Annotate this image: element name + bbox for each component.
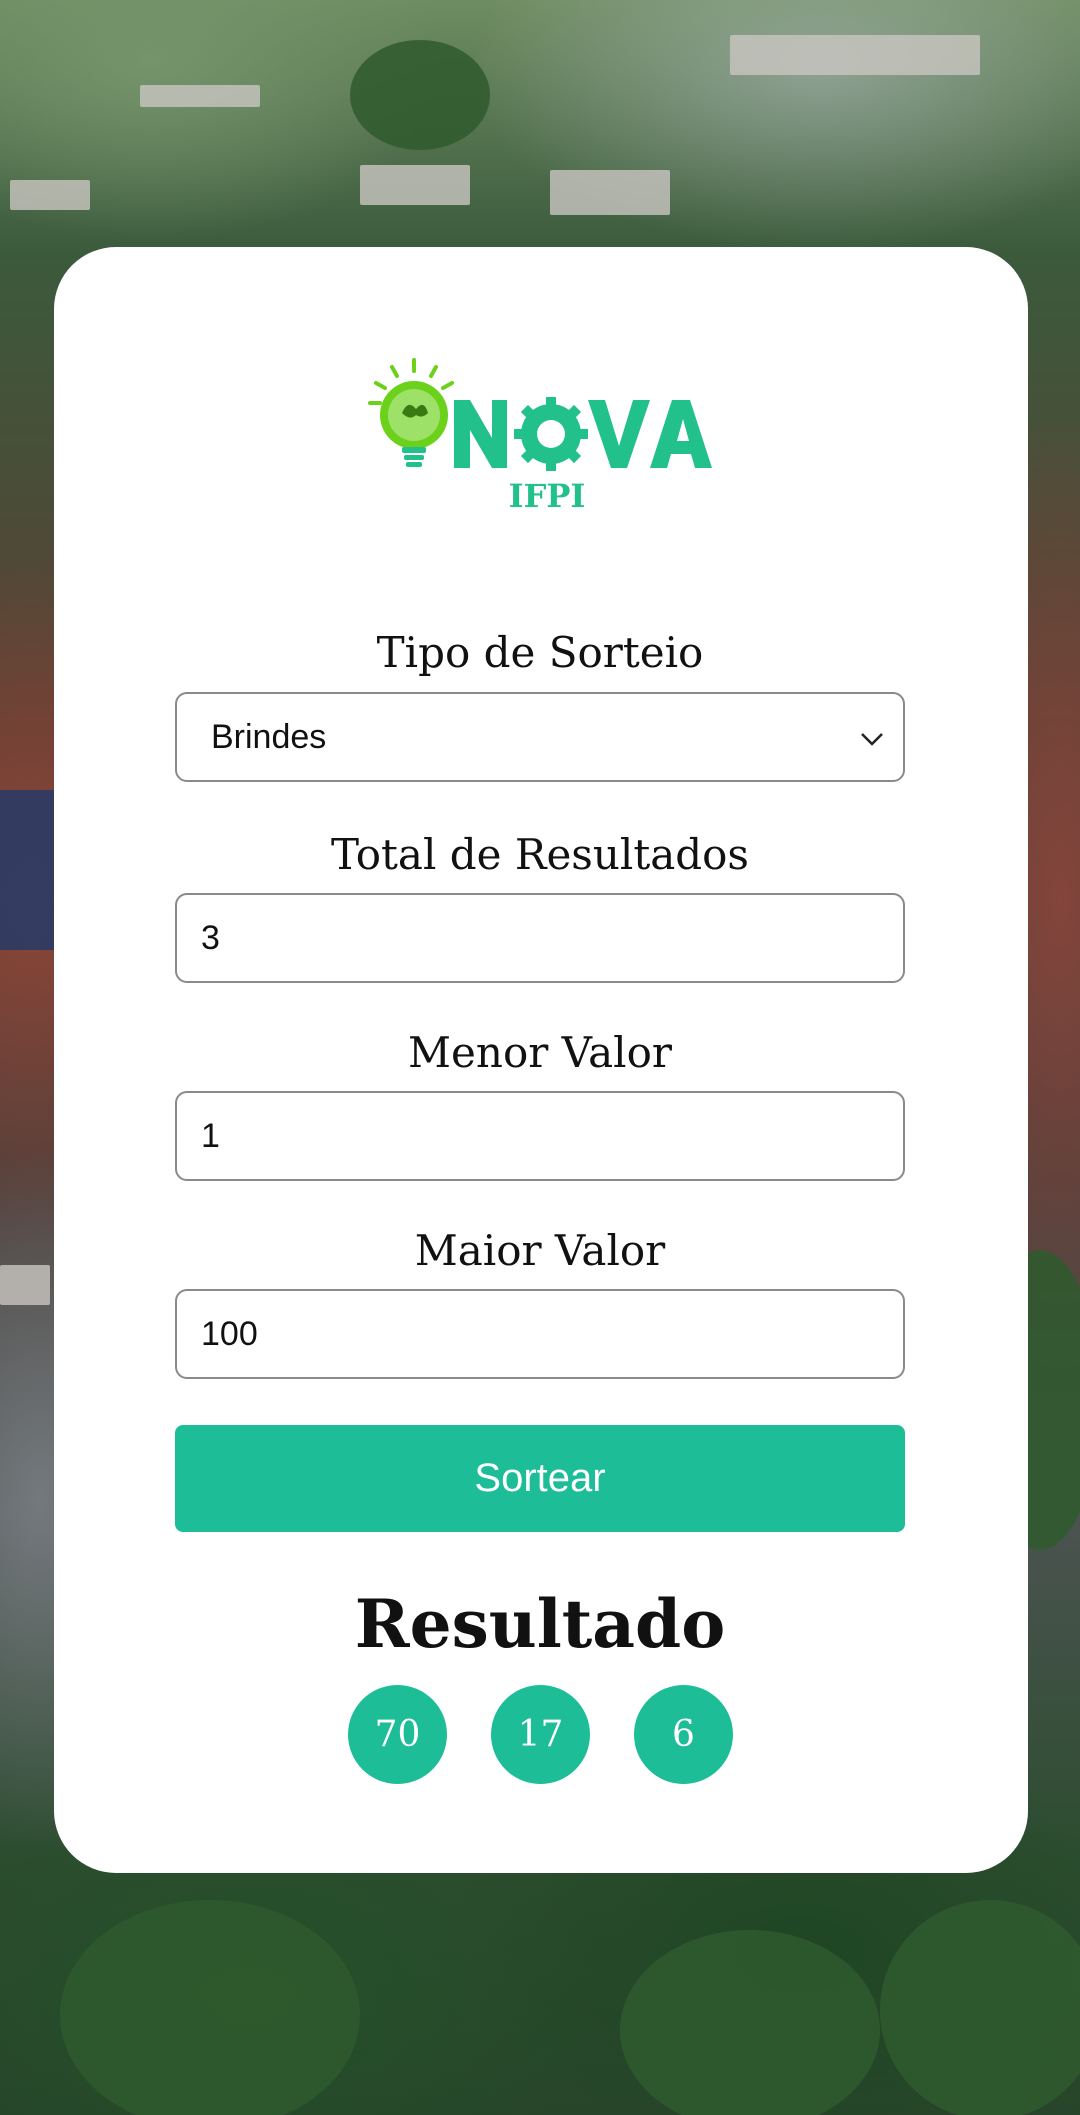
total-resultados-input[interactable]: 3 (175, 893, 905, 983)
menor-valor-input[interactable]: 1 (175, 1091, 905, 1181)
maior-valor-value: 100 (201, 1314, 258, 1353)
chevron-down-icon (861, 733, 883, 746)
resultado-title: Resultado (354, 1585, 726, 1663)
tipo-sorteio-value: Brindes (211, 717, 327, 756)
result-number-2: 17 (491, 1685, 590, 1784)
maior-valor-label: Maior Valor (414, 1226, 666, 1275)
inova-ifpi-logo: IFPI (368, 358, 712, 515)
total-resultados-value: 3 (201, 918, 220, 957)
menor-valor-value: 1 (201, 1116, 220, 1155)
sortear-button[interactable]: Sortear (175, 1425, 905, 1532)
result-number-1: 70 (348, 1685, 447, 1784)
result-number-3: 6 (634, 1685, 733, 1784)
tipo-sorteio-select[interactable]: Brindes (175, 692, 905, 782)
logo-subtext: IFPI (509, 477, 586, 515)
total-resultados-label: Total de Resultados (331, 830, 749, 879)
tipo-sorteio-label: Tipo de Sorteio (376, 628, 704, 677)
maior-valor-input[interactable]: 100 (175, 1289, 905, 1379)
menor-valor-label: Menor Valor (408, 1028, 672, 1077)
